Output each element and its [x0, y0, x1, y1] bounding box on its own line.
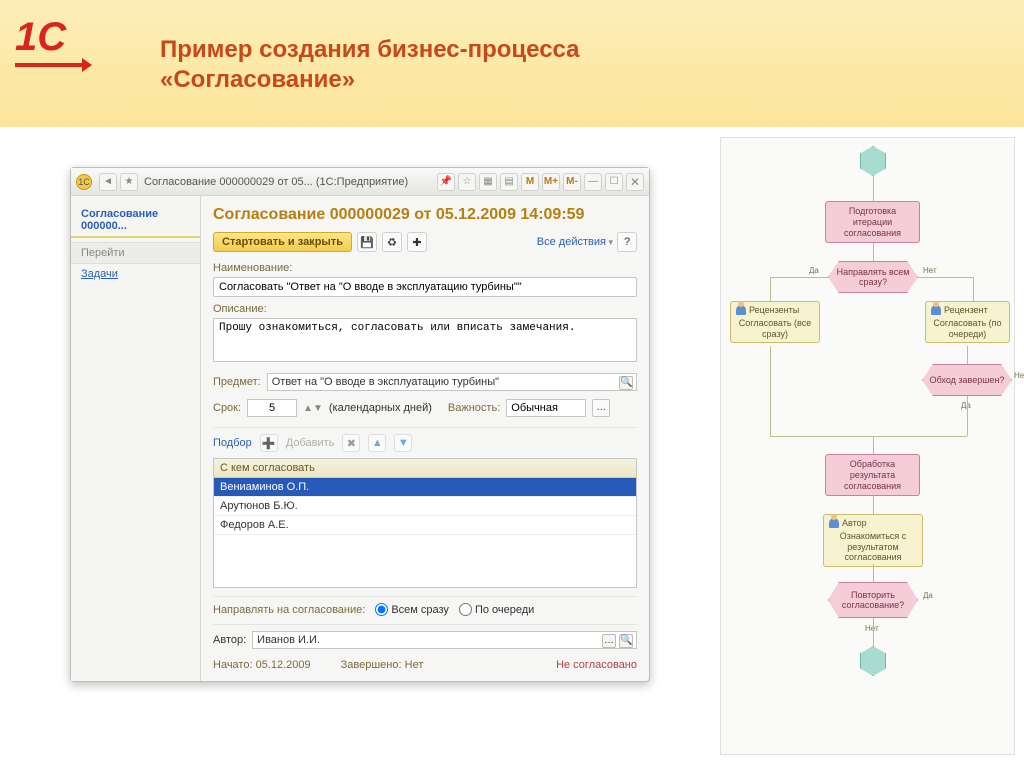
flow-task-reviewers: Рецензенты Согласовать (все сразу): [730, 301, 820, 343]
finished-value: Нет: [405, 659, 424, 671]
move-down-icon[interactable]: ▼: [394, 434, 412, 452]
flow-decision-done: Обход завершен?: [922, 364, 1012, 396]
sidebar-active-tab[interactable]: Согласование 000000...: [71, 204, 200, 238]
sidebar-link-tasks[interactable]: Задачи: [71, 264, 200, 284]
flow-node-prepare: Подготовка итерации согласования: [825, 201, 920, 243]
label-description: Описание:: [213, 303, 637, 315]
close-button[interactable]: ✕: [626, 173, 644, 191]
subject-lookup-icon[interactable]: 🔍: [619, 376, 633, 390]
flow-task-author: Автор Ознакомиться с результатом согласо…: [823, 514, 923, 567]
minimize-button[interactable]: —: [584, 173, 602, 191]
author-clear-icon[interactable]: …: [602, 634, 616, 648]
tb-fav-button[interactable]: ☆: [458, 173, 476, 191]
all-actions-menu[interactable]: Все действия: [537, 236, 613, 248]
name-input[interactable]: [213, 277, 637, 297]
start-and-close-button[interactable]: Стартовать и закрыть: [213, 232, 352, 252]
label-finished: Завершено:: [341, 659, 402, 671]
flow-task-reviewer: Рецензент Согласовать (по очереди): [925, 301, 1010, 343]
flow-label-no: Нет: [923, 266, 937, 275]
tb-cal-button[interactable]: ▤: [500, 173, 518, 191]
flow-label-yes: Да: [809, 266, 819, 275]
tb-mminus-button[interactable]: M-: [563, 173, 581, 191]
person-icon: [829, 518, 839, 528]
person-icon: [931, 305, 941, 315]
label-priority: Важность:: [448, 402, 500, 414]
tb-mplus-button[interactable]: M+: [542, 173, 560, 191]
navigation-sidebar: Согласование 000000... Перейти Задачи: [71, 196, 201, 681]
flow-node-process: Обработка результата согласования: [825, 454, 920, 496]
term-input[interactable]: [247, 399, 297, 417]
flow-label-no: Нет: [1014, 371, 1024, 380]
link-add[interactable]: Добавить: [286, 437, 335, 449]
favorite-button[interactable]: ★: [120, 173, 138, 191]
flowchart: Подготовка итерации согласования Направл…: [720, 137, 1015, 755]
maximize-button[interactable]: ☐: [605, 173, 623, 191]
form-title: Согласование 000000029 от 05.12.2009 14:…: [213, 206, 637, 224]
table-row[interactable]: Вениаминов О.П.: [214, 478, 636, 497]
subject-input[interactable]: Ответ на "О вводе в эксплуатацию турбины…: [272, 376, 499, 388]
flow-end: [860, 646, 886, 676]
label-send-mode: Направлять на согласование:: [213, 604, 365, 616]
label-author: Автор:: [213, 634, 246, 646]
author-input[interactable]: Иванов И.И.: [257, 634, 320, 646]
sidebar-section-header: Перейти: [71, 242, 200, 264]
description-input[interactable]: Прошу ознакомиться, согласовать или впис…: [213, 318, 637, 362]
slide-title: Пример создания бизнес-процесса «Согласо…: [160, 35, 580, 95]
logo-1c: 1C: [15, 15, 85, 75]
refresh-icon[interactable]: ♻: [382, 232, 402, 252]
flow-start: [860, 146, 886, 176]
add-row-icon[interactable]: ➕: [260, 434, 278, 452]
window-title: Согласование 000000029 от 05... (1С:Пред…: [144, 176, 434, 188]
tb-pin-button[interactable]: 📌: [437, 173, 455, 191]
table-header: С кем согласовать: [214, 459, 636, 478]
started-value: 05.12.2009: [256, 659, 311, 671]
titlebar: 1С ◄ ★ Согласование 000000029 от 05... (…: [71, 168, 649, 196]
form-panel: Согласование 000000029 от 05.12.2009 14:…: [201, 196, 649, 681]
radio-sequential[interactable]: По очереди: [459, 603, 534, 616]
label-name: Наименование:: [213, 262, 637, 274]
move-up-icon[interactable]: ▲: [368, 434, 386, 452]
delete-row-icon[interactable]: ✖: [342, 434, 360, 452]
app-icon: 1С: [76, 174, 92, 190]
tb-m-button[interactable]: M: [521, 173, 539, 191]
nav-back-button[interactable]: ◄: [99, 173, 117, 191]
author-lookup-icon[interactable]: 🔍: [619, 634, 633, 648]
flow-decision-sendall: Направлять всем сразу?: [828, 261, 918, 293]
flow-label-yes: Да: [923, 591, 933, 600]
status-text: Не согласовано: [556, 659, 637, 671]
flow-label-no: Нет: [865, 624, 879, 633]
save-icon[interactable]: 💾: [357, 232, 377, 252]
label-term: Срок:: [213, 402, 241, 414]
link-select[interactable]: Подбор: [213, 437, 252, 449]
priority-select-button[interactable]: …: [592, 399, 610, 417]
table-row[interactable]: Федоров А.Е.: [214, 516, 636, 535]
person-icon: [736, 305, 746, 315]
tb-calc-button[interactable]: ▦: [479, 173, 497, 191]
approvers-table: С кем согласовать Вениаминов О.П. Арутюн…: [213, 458, 637, 588]
flow-label-yes: Да: [961, 401, 971, 410]
app-window: 1С ◄ ★ Согласование 000000029 от 05... (…: [70, 167, 650, 682]
flow-decision-repeat: Повторить согласование?: [828, 582, 918, 618]
priority-input[interactable]: [506, 399, 586, 417]
radio-all[interactable]: Всем сразу: [375, 603, 449, 616]
help-icon[interactable]: ?: [617, 232, 637, 252]
label-subject: Предмет:: [213, 376, 261, 388]
table-row[interactable]: Арутюнов Б.Ю.: [214, 497, 636, 516]
label-started: Начато:: [213, 659, 253, 671]
term-unit: (календарных дней): [329, 402, 432, 414]
new-icon[interactable]: ✚: [407, 232, 427, 252]
